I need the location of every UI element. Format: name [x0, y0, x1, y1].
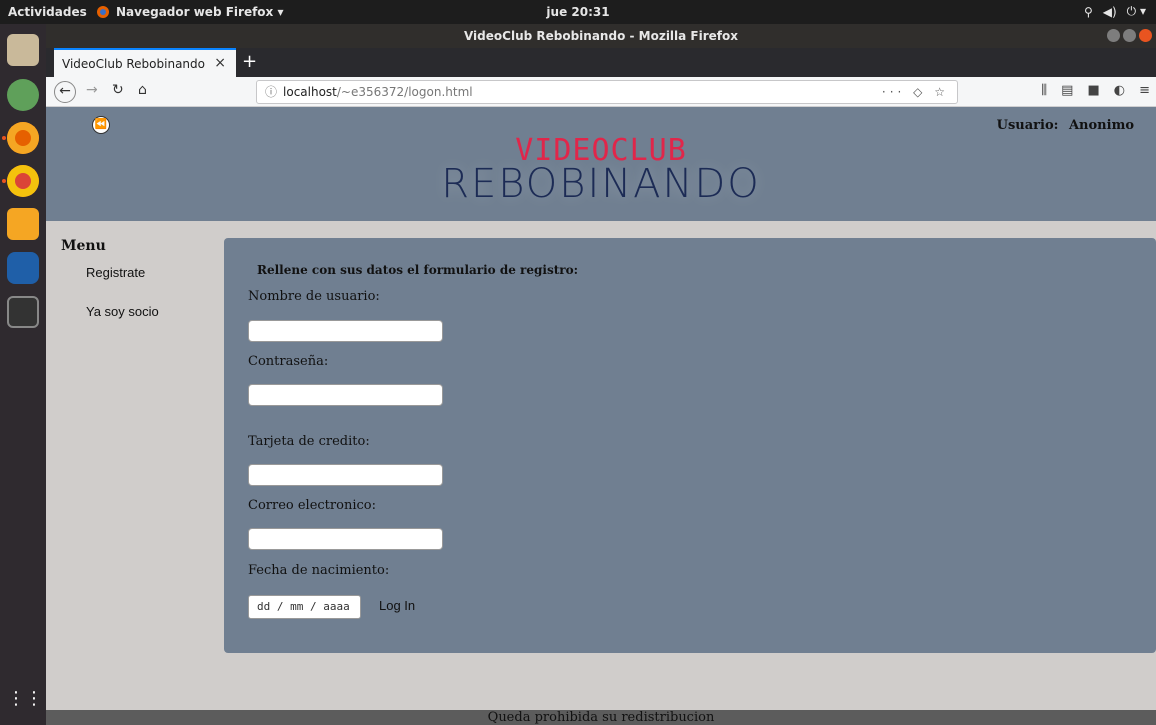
window-title: VideoClub Rebobinando - Mozilla Firefox — [463, 29, 739, 43]
email-label: Correo electronico: — [248, 498, 376, 513]
running-indicator — [2, 136, 6, 140]
menu-title: Menu — [61, 238, 106, 254]
power-icon: ⏻ ▾ — [1126, 4, 1146, 18]
password-label: Contraseña: — [248, 354, 329, 369]
library-icon[interactable]: ⫼ — [1041, 83, 1047, 98]
url-path: /~e356372/logon.html — [336, 85, 473, 99]
network-icon: ⚲ — [1083, 4, 1093, 19]
birthdate-input[interactable]: dd / mm / aaaa — [248, 595, 361, 619]
info-icon[interactable]: ⓘ — [265, 85, 277, 99]
url-bar[interactable]: ⓘ localhost/~e356372/logon.html ··· ◇ ☆ — [256, 80, 958, 104]
window-titlebar: VideoClub Rebobinando - Mozilla Firefox — [46, 24, 1156, 48]
system-tray[interactable]: ⚲ ◀) ⏻ ▾ — [1084, 4, 1146, 19]
user-name: Anonimo — [1068, 118, 1134, 133]
firefox-dock-icon[interactable] — [7, 122, 39, 154]
page-actions-icon[interactable]: ··· — [882, 85, 905, 99]
tab-title: VideoClub Rebobinando — [62, 56, 205, 71]
username-label: Nombre de usuario: — [248, 289, 380, 304]
email-input[interactable] — [248, 528, 443, 550]
firefox-window: VideoClub Rebobinando - Mozilla Firefox … — [46, 24, 1156, 725]
reload-icon[interactable]: ↻ — [112, 82, 124, 98]
home-icon[interactable]: ⌂ — [138, 82, 147, 98]
login-button[interactable]: Log In — [379, 598, 415, 613]
logo-rebobinando: REBOBINANDO — [441, 161, 761, 207]
web-page: ⏪ Usuario: Anonimo VIDEOCLUB REBOBINANDO… — [46, 107, 1156, 725]
site-footer: Queda prohibida su redistribucion — [46, 710, 1156, 725]
menu-link-ya-soy-socio[interactable]: Ya soy socio — [86, 304, 159, 319]
navigation-bar: ← → ↻ ⌂ ⓘ localhost/~e356372/logon.html ·… — [46, 77, 1156, 107]
username-input[interactable] — [248, 320, 443, 342]
password-input[interactable] — [248, 384, 443, 406]
form-intro: Rellene con sus datos el formulario de r… — [257, 263, 579, 277]
volume-icon: ◀) — [1102, 4, 1117, 19]
atom-icon[interactable] — [7, 79, 39, 111]
tab-videoclub[interactable]: VideoClub Rebobinando × — [54, 48, 236, 77]
user-status: Usuario: Anonimo — [997, 118, 1134, 133]
system-top-bar: Actividades Navegador web Firefox ▾ jue … — [0, 0, 1156, 24]
running-indicator — [2, 179, 6, 183]
user-label: Usuario: — [996, 118, 1059, 133]
minimize-icon[interactable] — [1107, 29, 1120, 42]
show-apps-icon[interactable]: ⋮⋮ — [7, 684, 43, 716]
card-input[interactable] — [248, 464, 443, 486]
close-window-icon[interactable] — [1139, 29, 1152, 42]
files-icon[interactable] — [7, 34, 39, 66]
new-tab-icon[interactable]: + — [242, 51, 257, 72]
registration-form: Rellene con sus datos el formulario de r… — [224, 238, 1156, 653]
close-tab-icon[interactable]: × — [214, 55, 226, 71]
menu-link-registrate[interactable]: Registrate — [86, 265, 145, 280]
pocket-icon[interactable]: ◇ — [913, 85, 926, 99]
site-header: ⏪ Usuario: Anonimo VIDEOCLUB REBOBINANDO — [46, 107, 1156, 221]
virtualbox-icon[interactable] — [7, 252, 39, 284]
tab-strip: VideoClub Rebobinando × + — [46, 48, 1156, 77]
rewind-icon[interactable]: ⏪ — [92, 116, 110, 134]
sidebar-icon[interactable]: ▤ — [1061, 83, 1073, 98]
bookmark-star-icon[interactable]: ☆ — [934, 85, 949, 99]
selenium-icon[interactable]: ■ — [1087, 83, 1099, 98]
maximize-icon[interactable] — [1123, 29, 1136, 42]
card-label: Tarjeta de credito: — [248, 434, 370, 449]
terminal-icon[interactable] — [7, 296, 39, 328]
clock[interactable]: jue 20:31 — [0, 5, 1156, 19]
forward-icon[interactable]: → — [86, 82, 98, 98]
birthdate-label: Fecha de nacimiento: — [248, 563, 390, 578]
url-host: localhost — [283, 85, 337, 99]
extension-icon[interactable]: ◐ — [1114, 83, 1125, 98]
dock: ⋮⋮ — [0, 24, 46, 725]
back-icon[interactable]: ← — [54, 81, 76, 103]
chrome-icon[interactable] — [7, 165, 39, 197]
hamburger-menu-icon[interactable]: ≡ — [1139, 83, 1150, 98]
vmware-icon[interactable] — [7, 208, 39, 240]
